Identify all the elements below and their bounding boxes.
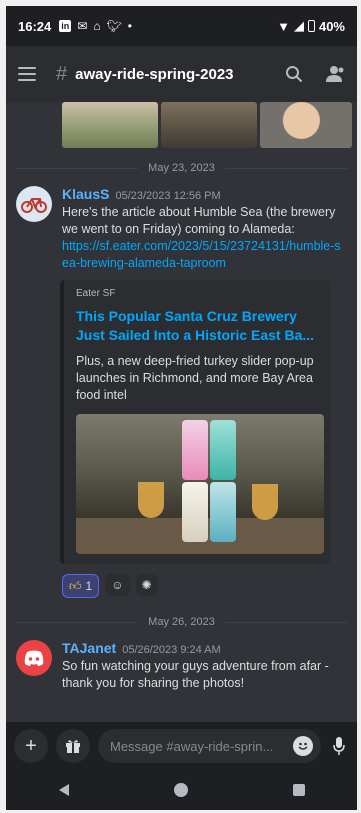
add-attachment-button[interactable]: +: [14, 729, 48, 763]
bicycle-icon: [21, 198, 47, 213]
menu-icon[interactable]: [18, 67, 36, 81]
message-text: Here's the article about Humble Sea (the…: [62, 205, 336, 236]
link-embed: Eater SF This Popular Santa Cruz Brewery…: [60, 280, 330, 564]
embed-description: Plus, a new deep-fried turkey slider pop…: [76, 354, 314, 402]
channel-hash-icon: #: [56, 62, 68, 85]
channel-name[interactable]: away-ride-spring-2023: [75, 66, 233, 83]
plus-icon: +: [25, 734, 37, 757]
message-timestamp: 05/26/2023 9:24 AM: [122, 644, 221, 656]
home-icon[interactable]: [173, 782, 189, 798]
emoji-button[interactable]: [293, 736, 313, 756]
status-bar: 16:24 in ✉ ⌂ 🐦︎ • ▼ ◢ 40%: [6, 6, 357, 46]
embed-provider[interactable]: Eater SF: [76, 288, 320, 299]
reaction-count: 1: [85, 579, 93, 593]
emoji-icon: [298, 742, 308, 750]
discord-logo-icon: [24, 650, 44, 666]
message-author[interactable]: KlausS: [62, 186, 109, 202]
phone-screen: 16:24 in ✉ ⌂ 🐦︎ • ▼ ◢ 40% # away-ride-sp…: [6, 6, 357, 810]
status-right: ▼ ◢ 40%: [277, 18, 345, 34]
gift-icon: [66, 740, 80, 753]
message-item[interactable]: KlausS 05/23/2023 12:56 PM Here's the ar…: [6, 186, 357, 598]
message-author[interactable]: TAJanet: [62, 640, 116, 656]
photo-attachment[interactable]: [161, 102, 257, 148]
thumbs-up-icon: 👍︎: [69, 578, 82, 593]
members-icon[interactable]: [325, 65, 345, 83]
avatar[interactable]: [16, 186, 52, 222]
message-item[interactable]: TAJanet 05/26/2023 9:24 AM So fun watchi…: [6, 640, 357, 692]
battery-icon: [307, 20, 315, 32]
date-divider: May 23, 2023: [16, 162, 347, 174]
message-composer: +: [6, 722, 357, 770]
dot-icon: •: [127, 19, 132, 33]
wifi-icon: ▼: [277, 18, 290, 34]
message-link[interactable]: https://sf.eater.com/2023/5/15/23724131/…: [62, 238, 347, 272]
twitter-icon: 🐦︎: [106, 19, 122, 33]
battery-percent: 40%: [318, 18, 345, 34]
embed-title[interactable]: This Popular Santa Cruz Brewery Just Sai…: [76, 307, 320, 345]
search-icon[interactable]: [285, 65, 303, 83]
photo-attachments: [6, 102, 357, 148]
notification-icons: in ✉ ⌂ 🐦︎ •: [59, 19, 132, 33]
gift-button[interactable]: [56, 729, 90, 763]
gmail-icon: ✉: [77, 19, 88, 33]
airbnb-icon: ⌂: [93, 19, 101, 33]
message-feed[interactable]: May 23, 2023 KlausS 05/23/2023 12:56 PM …: [6, 102, 357, 718]
embed-image[interactable]: [76, 414, 324, 554]
date-divider: May 26, 2023: [16, 616, 347, 628]
date-divider-label: May 23, 2023: [148, 162, 215, 174]
reactions-row: 👍︎ 1 ☺ ✺: [62, 574, 347, 598]
status-time: 16:24: [18, 18, 52, 34]
photo-attachment[interactable]: [62, 102, 158, 148]
reaction-thumbs-up[interactable]: 👍︎ 1: [62, 574, 100, 598]
add-reaction-button[interactable]: ☺: [105, 574, 130, 596]
add-super-reaction-button[interactable]: ✺: [135, 574, 158, 596]
message-timestamp: 05/23/2023 12:56 PM: [115, 190, 221, 202]
back-icon[interactable]: [57, 783, 71, 797]
microphone-icon: [333, 737, 345, 755]
date-divider-label: May 26, 2023: [148, 616, 215, 628]
add-reaction-icon: ☺: [111, 578, 124, 592]
linkedin-icon: in: [59, 20, 72, 32]
message-text: So fun watching your guys adventure from…: [62, 659, 329, 690]
recents-icon[interactable]: [292, 783, 306, 797]
channel-header: # away-ride-spring-2023: [6, 46, 357, 102]
signal-icon: ◢: [293, 18, 304, 33]
system-nav-bar: [6, 770, 357, 810]
add-super-reaction-icon: ✺: [141, 578, 152, 592]
voice-message-button[interactable]: [329, 729, 349, 763]
message-input[interactable]: [98, 729, 321, 763]
photo-attachment[interactable]: [260, 102, 352, 148]
avatar[interactable]: [16, 640, 52, 676]
